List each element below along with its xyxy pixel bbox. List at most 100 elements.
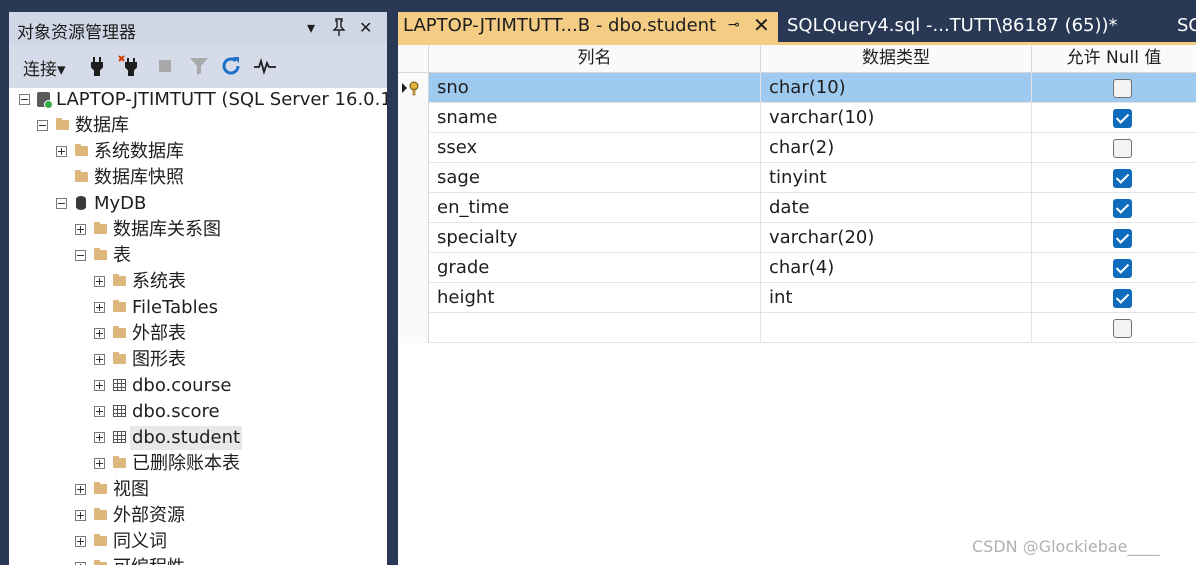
data-type-cell[interactable]: date	[761, 193, 1032, 223]
filter-icon[interactable]	[187, 54, 211, 78]
stop-icon[interactable]	[153, 54, 177, 78]
expand-toggle[interactable]	[94, 406, 105, 417]
allow-null-checkbox[interactable]	[1113, 79, 1132, 98]
column-name-cell[interactable]: ssex	[429, 133, 761, 163]
expand-toggle[interactable]	[94, 302, 105, 313]
tree-node-dbo-course[interactable]: dbo.course	[9, 374, 387, 398]
tree-node-mydb[interactable]: MyDB	[9, 192, 387, 216]
expand-toggle[interactable]	[94, 328, 105, 339]
column-name-cell[interactable]: specialty	[429, 223, 761, 253]
expand-toggle[interactable]	[75, 484, 86, 495]
tab-overflow[interactable]: SC	[1177, 15, 1196, 36]
data-type-cell[interactable]	[761, 313, 1032, 343]
tree-node-dbo-score[interactable]: dbo.score	[9, 400, 387, 424]
allow-null-checkbox[interactable]	[1113, 169, 1132, 188]
data-type-cell[interactable]: char(4)	[761, 253, 1032, 283]
tree-node-tables[interactable]: 表	[9, 244, 387, 268]
tab-table-designer[interactable]: LAPTOP-JTIMTUTT...B - dbo.student ⊸ ✕	[398, 12, 778, 42]
panel-dropdown-icon[interactable]: ▾	[307, 18, 315, 38]
row-selector[interactable]	[398, 223, 429, 253]
allow-null-checkbox[interactable]	[1113, 259, 1132, 278]
collapse-toggle[interactable]	[75, 250, 86, 261]
row-selector[interactable]	[398, 73, 429, 103]
column-header-name[interactable]: 列名	[429, 45, 761, 73]
tree-node-synonyms[interactable]: 同义词	[9, 530, 387, 554]
panel-splitter[interactable]	[387, 12, 394, 565]
column-name-cell[interactable]: height	[429, 283, 761, 313]
column-name-cell[interactable]: sname	[429, 103, 761, 133]
row-selector[interactable]	[398, 133, 429, 163]
allow-null-checkbox[interactable]	[1113, 319, 1132, 338]
table-row[interactable]: height int	[398, 283, 1196, 313]
allow-null-checkbox[interactable]	[1113, 109, 1132, 128]
column-header-type[interactable]: 数据类型	[761, 45, 1032, 73]
column-name-cell[interactable]: grade	[429, 253, 761, 283]
column-header-allow-null[interactable]: 允许 Null 值	[1032, 45, 1196, 73]
expand-toggle[interactable]	[75, 224, 86, 235]
data-type-cell[interactable]: varchar(10)	[761, 103, 1032, 133]
expand-toggle[interactable]	[94, 380, 105, 391]
tab-close-icon[interactable]: ✕	[753, 13, 770, 37]
table-row[interactable]: sno char(10)	[398, 73, 1196, 103]
data-type-cell[interactable]: tinyint	[761, 163, 1032, 193]
disconnect-icon[interactable]	[117, 54, 141, 78]
column-name-cell[interactable]	[429, 313, 761, 343]
expand-toggle[interactable]	[75, 510, 86, 521]
table-row[interactable]: sage tinyint	[398, 163, 1196, 193]
panel-pin-icon[interactable]	[331, 18, 347, 41]
column-name-cell[interactable]: en_time	[429, 193, 761, 223]
panel-close-icon[interactable]: ✕	[359, 18, 372, 38]
allow-null-checkbox[interactable]	[1113, 229, 1132, 248]
column-name-cell[interactable]: sno	[429, 73, 761, 103]
tab-pin-icon[interactable]: ⊸	[728, 17, 740, 33]
connect-icon[interactable]	[85, 54, 109, 78]
tree-node-external-resources[interactable]: 外部资源	[9, 504, 387, 528]
expand-toggle[interactable]	[94, 458, 105, 469]
collapse-toggle[interactable]	[19, 94, 30, 105]
tree-node-system-tables[interactable]: 系统表	[9, 270, 387, 294]
table-row[interactable]: grade char(4)	[398, 253, 1196, 283]
collapse-toggle[interactable]	[56, 198, 67, 209]
expand-toggle[interactable]	[94, 432, 105, 443]
row-selector[interactable]	[398, 313, 429, 343]
tree-node-db-diagrams[interactable]: 数据库关系图	[9, 218, 387, 242]
collapse-toggle[interactable]	[37, 120, 48, 131]
table-row[interactable]: sname varchar(10)	[398, 103, 1196, 133]
expand-toggle[interactable]	[94, 354, 105, 365]
data-type-cell[interactable]: varchar(20)	[761, 223, 1032, 253]
tab-sqlquery4[interactable]: SQLQuery4.sql -...TUTT\86187 (65))*	[787, 15, 1118, 36]
allow-null-checkbox[interactable]	[1113, 199, 1132, 218]
table-row[interactable]: en_time date	[398, 193, 1196, 223]
tree-node-dropped-ledger-tables[interactable]: 已删除账本表	[9, 452, 387, 476]
row-selector[interactable]	[398, 103, 429, 133]
expand-toggle[interactable]	[94, 276, 105, 287]
data-type-cell[interactable]: char(2)	[761, 133, 1032, 163]
tree-node-db-snapshots[interactable]: 数据库快照	[9, 166, 387, 190]
activity-monitor-icon[interactable]	[253, 54, 277, 78]
tree-node-views[interactable]: 视图	[9, 478, 387, 502]
refresh-icon[interactable]	[219, 54, 243, 78]
table-row[interactable]: ssex char(2)	[398, 133, 1196, 163]
tree-node-external-tables[interactable]: 外部表	[9, 322, 387, 346]
tree-node-system-databases[interactable]: 系统数据库	[9, 140, 387, 164]
table-row[interactable]: specialty varchar(20)	[398, 223, 1196, 253]
connect-dropdown-button[interactable]: 连接▾	[23, 55, 66, 80]
tree-node-databases[interactable]: 数据库	[9, 114, 387, 138]
row-selector[interactable]	[398, 253, 429, 283]
tree-node-dbo-student[interactable]: dbo.student	[9, 426, 387, 450]
column-name-cell[interactable]: sage	[429, 163, 761, 193]
tree-node-server[interactable]: LAPTOP-JTIMTUTT (SQL Server 16.0.10	[9, 88, 387, 112]
table-row[interactable]	[398, 313, 1196, 343]
allow-null-checkbox[interactable]	[1113, 289, 1132, 308]
tree-node-filetables[interactable]: FileTables	[9, 296, 387, 320]
tree-node-graph-tables[interactable]: 图形表	[9, 348, 387, 372]
expand-toggle[interactable]	[75, 536, 86, 547]
allow-null-checkbox[interactable]	[1113, 139, 1132, 158]
row-selector[interactable]	[398, 283, 429, 313]
tree-node-programmability[interactable]: 可编程性	[9, 556, 387, 565]
row-selector[interactable]	[398, 163, 429, 193]
data-type-cell[interactable]: int	[761, 283, 1032, 313]
row-selector[interactable]	[398, 193, 429, 223]
expand-toggle[interactable]	[56, 146, 67, 157]
data-type-cell[interactable]: char(10)	[761, 73, 1032, 103]
